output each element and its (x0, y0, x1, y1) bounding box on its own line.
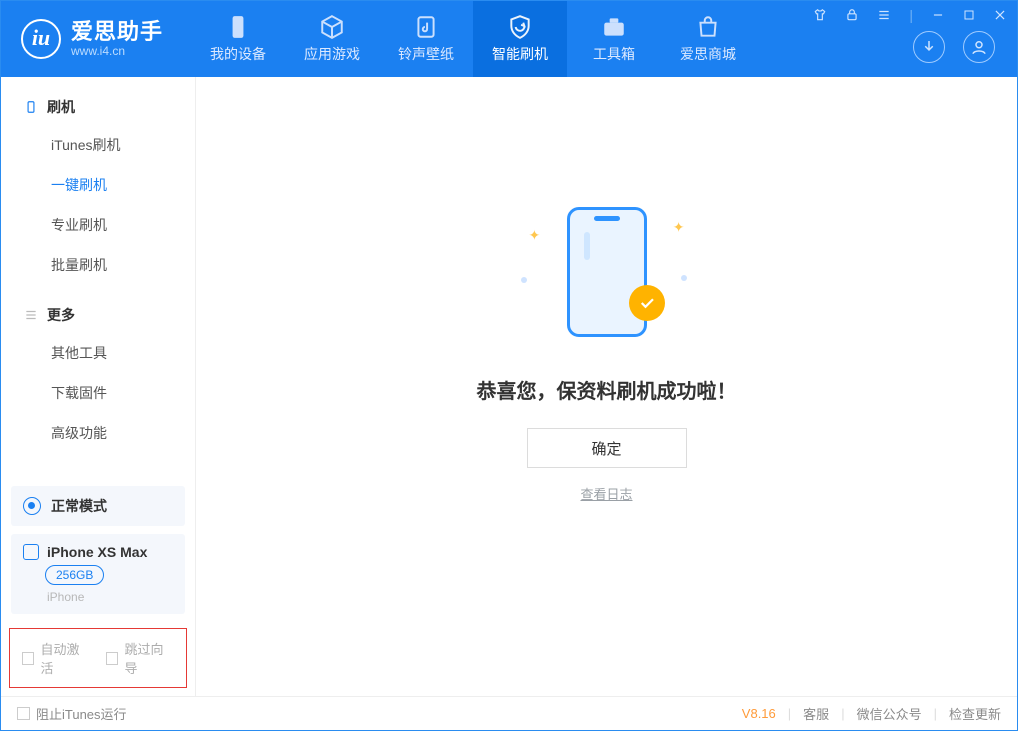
app-title: 爱思助手 (71, 19, 163, 44)
nav-my-device[interactable]: 我的设备 (191, 1, 285, 77)
nav-apps-games[interactable]: 应用游戏 (285, 1, 379, 77)
nav-label: 铃声壁纸 (398, 44, 454, 64)
sidebar-item-advanced[interactable]: 高级功能 (1, 413, 195, 453)
phone-icon (567, 207, 647, 337)
footer: 阻止iTunes运行 V8.16 | 客服 | 微信公众号 | 检查更新 (1, 696, 1017, 730)
music-file-icon (413, 14, 439, 40)
header: iu 爱思助手 www.i4.cn 我的设备 应用游戏 铃声壁纸 智能刷机 (1, 1, 1017, 77)
nav-label: 应用游戏 (304, 44, 360, 64)
checkbox-skip-guide[interactable]: 跳过向导 (106, 639, 174, 677)
minimize-button[interactable] (927, 6, 949, 24)
maximize-button[interactable] (959, 7, 979, 23)
footer-link-update[interactable]: 检查更新 (949, 704, 1001, 723)
user-icon[interactable] (963, 31, 995, 63)
device-name: iPhone XS Max (47, 544, 147, 560)
separator: | (841, 706, 844, 721)
checkbox-label: 自动激活 (40, 639, 90, 677)
cube-icon (319, 14, 345, 40)
check-badge-icon (629, 285, 665, 321)
device-storage-badge: 256GB (45, 565, 104, 585)
menu-icon[interactable] (873, 6, 895, 24)
version-label: V8.16 (742, 706, 776, 721)
highlighted-options: 自动激活 跳过向导 (9, 628, 187, 688)
app-window: iu 爱思助手 www.i4.cn 我的设备 应用游戏 铃声壁纸 智能刷机 (0, 0, 1018, 731)
download-icon[interactable] (913, 31, 945, 63)
sidebar-item-batch-flash[interactable]: 批量刷机 (1, 245, 195, 285)
list-icon (23, 307, 39, 323)
checkbox-block-itunes[interactable]: 阻止iTunes运行 (17, 704, 127, 723)
header-right-icons (913, 31, 995, 63)
sidebar-title: 更多 (47, 305, 75, 325)
nav-label: 工具箱 (593, 44, 635, 64)
footer-right: V8.16 | 客服 | 微信公众号 | 检查更新 (742, 704, 1001, 723)
nav-smart-flash[interactable]: 智能刷机 (473, 1, 567, 77)
checkbox-icon (22, 652, 34, 665)
success-message: 恭喜您，保资料刷机成功啦！ (477, 375, 737, 404)
checkbox-label: 阻止iTunes运行 (36, 704, 127, 723)
nav-toolbox[interactable]: 工具箱 (567, 1, 661, 77)
bag-icon (695, 14, 721, 40)
sidebar: 刷机 iTunes刷机 一键刷机 专业刷机 批量刷机 更多 其他工具 下载固件 … (1, 77, 196, 696)
checkbox-label: 跳过向导 (124, 639, 174, 677)
footer-link-wechat[interactable]: 微信公众号 (857, 704, 922, 723)
main-content: ✦ ✦ 恭喜您，保资料刷机成功啦！ 确定 查看日志 (196, 77, 1017, 696)
confirm-button[interactable]: 确定 (527, 428, 687, 468)
checkbox-auto-activate[interactable]: 自动激活 (22, 639, 90, 677)
device-card[interactable]: iPhone XS Max 256GB iPhone (11, 534, 185, 614)
window-controls: | (809, 5, 1011, 25)
sidebar-header-flash: 刷机 (1, 91, 195, 125)
nav-label: 智能刷机 (492, 44, 548, 64)
app-url: www.i4.cn (71, 45, 163, 59)
close-button[interactable] (989, 6, 1011, 24)
shield-refresh-icon (507, 14, 533, 40)
lock-icon[interactable] (841, 6, 863, 24)
mode-card[interactable]: 正常模式 (11, 486, 185, 526)
success-illustration: ✦ ✦ (517, 197, 697, 347)
nav-ringtone-wallpaper[interactable]: 铃声壁纸 (379, 1, 473, 77)
sidebar-header-more: 更多 (1, 299, 195, 333)
dot-icon (521, 277, 527, 283)
sidebar-item-pro-flash[interactable]: 专业刷机 (1, 205, 195, 245)
nav-label: 爱思商城 (680, 44, 736, 64)
toolbox-icon (601, 14, 627, 40)
device-type: iPhone (47, 590, 173, 604)
checkbox-icon (106, 652, 118, 665)
logo-text: 爱思助手 www.i4.cn (71, 19, 163, 58)
dot-icon (681, 275, 687, 281)
checkbox-icon (17, 707, 30, 720)
sidebar-section-more: 更多 其他工具 下载固件 高级功能 (1, 285, 195, 453)
separator: | (788, 706, 791, 721)
sidebar-section-flash: 刷机 iTunes刷机 一键刷机 专业刷机 批量刷机 (1, 77, 195, 285)
logo-icon: iu (21, 19, 61, 59)
logo-area: iu 爱思助手 www.i4.cn (1, 1, 191, 77)
divider: | (905, 5, 917, 25)
device-icon (23, 99, 39, 115)
mode-label: 正常模式 (51, 496, 107, 516)
body: 刷机 iTunes刷机 一键刷机 专业刷机 批量刷机 更多 其他工具 下载固件 … (1, 77, 1017, 696)
mode-icon (23, 497, 41, 515)
device-small-icon (23, 544, 39, 560)
footer-link-service[interactable]: 客服 (803, 704, 829, 723)
phone-icon (225, 14, 251, 40)
tshirt-icon[interactable] (809, 6, 831, 24)
separator: | (934, 706, 937, 721)
sidebar-title: 刷机 (47, 97, 75, 117)
sidebar-item-itunes-flash[interactable]: iTunes刷机 (1, 125, 195, 165)
sidebar-item-onekey-flash[interactable]: 一键刷机 (1, 165, 195, 205)
sparkle-icon: ✦ (529, 227, 541, 244)
sidebar-item-other-tools[interactable]: 其他工具 (1, 333, 195, 373)
nav-label: 我的设备 (210, 44, 266, 64)
sidebar-bottom: 正常模式 iPhone XS Max 256GB iPhone (1, 476, 195, 624)
sidebar-item-download-firmware[interactable]: 下载固件 (1, 373, 195, 413)
nav-store[interactable]: 爱思商城 (661, 1, 755, 77)
view-log-link[interactable]: 查看日志 (580, 484, 632, 503)
sparkle-icon: ✦ (673, 219, 685, 236)
nav-tabs: 我的设备 应用游戏 铃声壁纸 智能刷机 工具箱 爱思商城 (191, 1, 755, 77)
